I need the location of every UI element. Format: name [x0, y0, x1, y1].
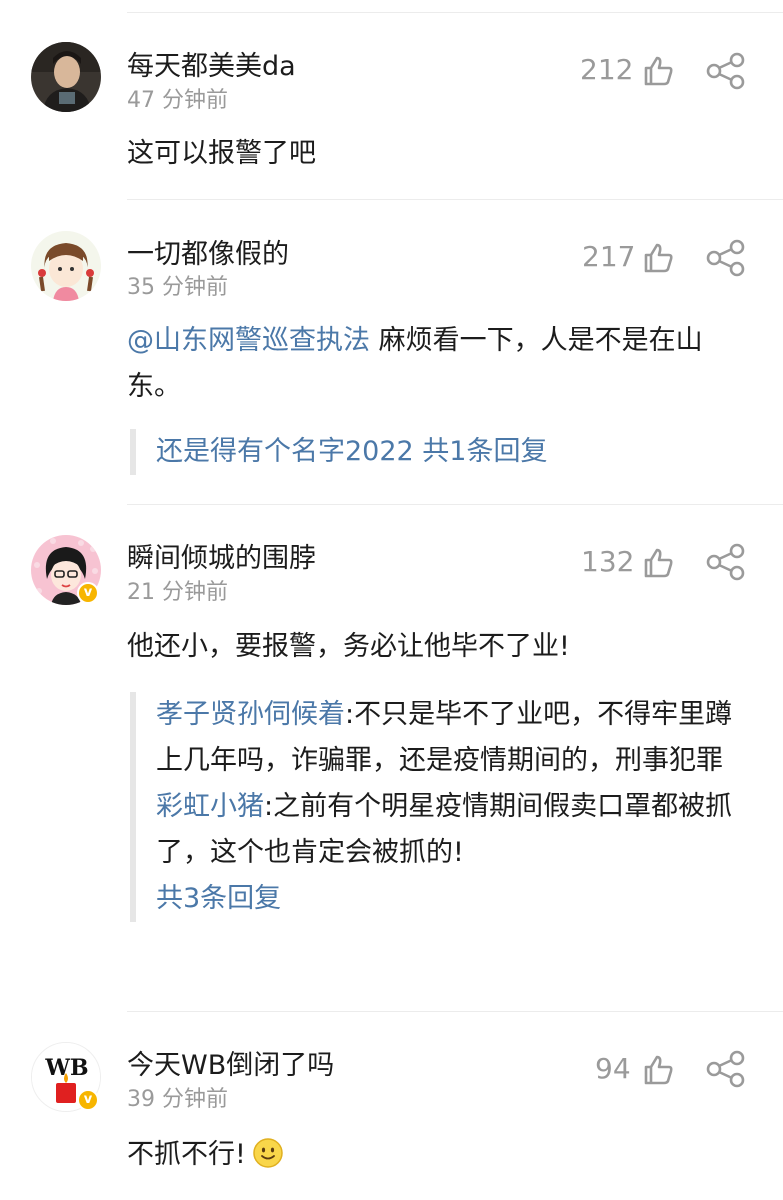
comment-text: 不抓不行! [127, 1132, 747, 1178]
comment-text: 他还小，要报警，务必让他毕不了业! [127, 631, 570, 662]
avatar[interactable] [31, 231, 101, 301]
username[interactable]: 每天都美美da [127, 50, 296, 84]
like-count: 132 [581, 545, 635, 578]
verified-badge: v [77, 1089, 99, 1111]
divider [127, 1011, 783, 1012]
reply-item: 彩虹小猪:之前有个明星疫情期间假卖口罩都被抓了，这个也肯定会被抓的! [156, 784, 747, 876]
share-icon[interactable] [705, 1050, 747, 1088]
mention-link[interactable]: @山东网警巡查执法 [127, 325, 370, 356]
timestamp: 21 分钟前 [127, 580, 228, 605]
share-icon[interactable] [705, 52, 747, 90]
smile-emoji-icon [253, 1138, 283, 1168]
timestamp: 35 分钟前 [127, 275, 228, 300]
username[interactable]: 瞬间倾城的围脖 [127, 542, 316, 576]
comment-text: @山东网警巡查执法 麻烦看一下，人是不是在山东。 [127, 318, 747, 410]
like-count: 212 [580, 53, 634, 86]
username[interactable]: 今天WB倒闭了吗 [127, 1049, 334, 1083]
reply-thread: 孝子贤孙伺候着:不只是毕不了业吧，不得牢里蹲上几年吗，诈骗罪，还是疫情期间的，刑… [130, 692, 747, 922]
reply-author[interactable]: 彩虹小猪 [156, 791, 264, 822]
verified-badge: v [77, 582, 99, 604]
like-count: 217 [582, 240, 636, 273]
like-count: 94 [595, 1052, 631, 1085]
view-replies-link[interactable]: 共3条回复 [156, 876, 747, 922]
share-icon[interactable] [705, 543, 747, 581]
timestamp: 47 分钟前 [127, 88, 228, 113]
thumbs-up-icon[interactable] [641, 241, 675, 275]
view-replies-link[interactable]: 还是得有个名字2022 共1条回复 [156, 429, 747, 475]
thumbs-up-icon[interactable] [641, 1053, 675, 1087]
username[interactable]: 一切都像假的 [127, 238, 289, 272]
cartoon-girl-avatar [31, 231, 101, 301]
reply-item: 孝子贤孙伺候着:不只是毕不了业吧，不得牢里蹲上几年吗，诈骗罪，还是疫情期间的，刑… [156, 692, 747, 784]
man-portrait-avatar [31, 42, 101, 112]
avatar[interactable] [31, 42, 101, 112]
thumbs-up-icon[interactable] [641, 54, 675, 88]
share-icon[interactable] [705, 239, 747, 277]
timestamp: 39 分钟前 [127, 1087, 228, 1112]
comment-text: 这可以报警了吧 [127, 138, 316, 169]
divider [127, 199, 783, 200]
reply-thread: 还是得有个名字2022 共1条回复 [130, 429, 747, 475]
comment-text-body: 不抓不行! [127, 1139, 246, 1170]
divider [127, 12, 783, 13]
divider [127, 504, 783, 505]
reply-author[interactable]: 孝子贤孙伺候着 [156, 699, 345, 730]
thumbs-up-icon[interactable] [641, 546, 675, 580]
